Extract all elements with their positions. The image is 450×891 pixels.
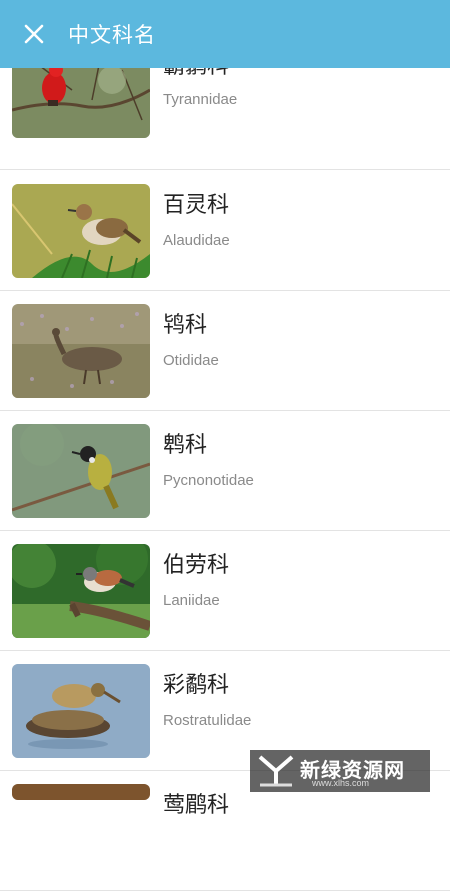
list-item[interactable]: 霸鹟科 Tyrannidae (0, 50, 450, 170)
watermark: 新绿资源网 www.xlhs.com (250, 750, 430, 792)
family-chinese-name: 彩鹬科 (163, 673, 230, 698)
family-latin-name: Otididae (163, 352, 219, 369)
family-chinese-name: 伯劳科 (163, 553, 230, 578)
bird-image (12, 304, 150, 398)
page-title: 中文科名 (68, 23, 156, 47)
family-chinese-name: 莺鹛科 (163, 793, 230, 818)
family-latin-name: Alaudidae (163, 232, 230, 249)
family-latin-name: Rostratulidae (163, 712, 252, 729)
family-latin-name: Laniidae (163, 592, 220, 609)
close-button[interactable] (0, 0, 68, 68)
bird-image (12, 664, 150, 758)
family-latin-name: Tyrannidae (163, 91, 238, 108)
list-item[interactable]: 百灵科 Alaudidae (0, 171, 450, 291)
list-item[interactable]: 鹎科 Pycnonotidae (0, 411, 450, 531)
watermark-logo-icon (258, 755, 294, 787)
app-bar: 中文科名 (0, 0, 450, 68)
family-chinese-name: 鹎科 (163, 433, 208, 458)
watermark-subtext: www.xlhs.com (312, 778, 370, 788)
bird-image (12, 184, 150, 278)
list-item[interactable]: 伯劳科 Laniidae (0, 531, 450, 651)
bird-image (12, 424, 150, 518)
close-icon (24, 24, 44, 44)
family-chinese-name: 鸨科 (163, 313, 208, 338)
bird-image (12, 544, 150, 638)
family-latin-name: Pycnonotidae (163, 472, 254, 489)
list-item[interactable]: 鸨科 Otididae (0, 291, 450, 411)
bird-image (12, 784, 150, 800)
family-chinese-name: 百灵科 (163, 193, 230, 218)
